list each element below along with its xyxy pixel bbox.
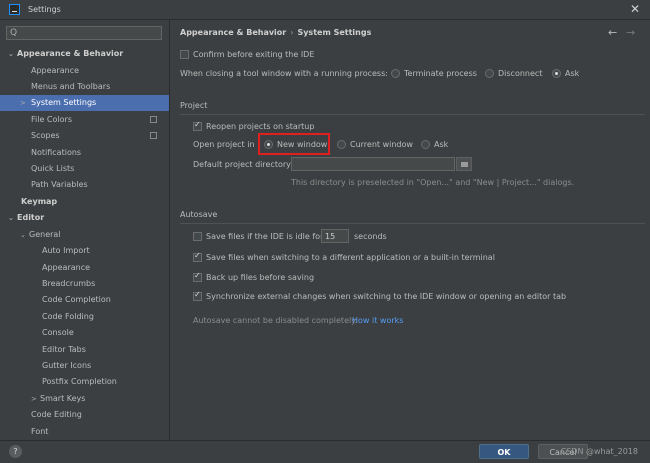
open-project-label: Open project in	[193, 140, 255, 149]
backup-label: Back up files before saving	[206, 273, 315, 282]
tree-item-code-folding[interactable]: Code Folding	[42, 309, 94, 325]
folder-icon[interactable]	[456, 157, 472, 171]
tree-item-console[interactable]: Console	[42, 325, 74, 341]
how-it-works-link[interactable]: How it works	[352, 316, 403, 325]
confirm-exit-label: Confirm before exiting the IDE	[193, 50, 315, 59]
chevron-down-icon: ⌄	[8, 214, 14, 222]
disconnect-label: Disconnect	[498, 69, 543, 78]
tree-item-breadcrumbs[interactable]: Breadcrumbs	[42, 276, 95, 292]
breadcrumb-current: System Settings	[297, 28, 372, 37]
help-icon[interactable]: ?	[9, 445, 22, 458]
autosave-section-title: Autosave	[180, 210, 218, 219]
new-window-radio[interactable]	[264, 140, 273, 149]
settings-sidebar: Q ⌄ Appearance & Behavior Appearance Menu…	[0, 20, 170, 440]
close-icon[interactable]: ✕	[630, 2, 640, 16]
tree-item-menus-toolbars[interactable]: Menus and Toolbars	[31, 79, 110, 95]
current-window-label: Current window	[350, 140, 413, 149]
search-input[interactable]: Q	[6, 26, 162, 40]
tree-item-postfix-completion[interactable]: Postfix Completion	[42, 374, 117, 390]
tree-item-keymap[interactable]: Keymap	[21, 194, 57, 210]
section-divider	[180, 223, 645, 224]
search-icon: Q	[10, 28, 18, 38]
idle-save-checkbox[interactable]	[193, 232, 202, 241]
tree-item-editor-appearance[interactable]: Appearance	[42, 260, 90, 276]
reopen-projects-checkbox[interactable]	[193, 120, 202, 131]
settings-content: Appearance & Behavior › System Settings ← …	[171, 20, 650, 440]
ask-project-label: Ask	[434, 140, 449, 149]
tree-item-notifications[interactable]: Notifications	[31, 145, 81, 161]
project-scope-icon	[150, 132, 157, 139]
watermark-text: CSDN @what_2018	[560, 447, 638, 456]
tree-item-gutter-icons[interactable]: Gutter Icons	[42, 358, 91, 374]
sync-checkbox[interactable]	[193, 290, 202, 301]
tree-item-quick-lists[interactable]: Quick Lists	[31, 161, 74, 177]
tree-item-code-editing[interactable]: Code Editing	[31, 407, 82, 423]
tree-item-path-variables[interactable]: Path Variables	[31, 177, 88, 193]
switch-app-label: Save files when switching to a different…	[206, 253, 495, 262]
tree-item-appearance[interactable]: Appearance	[31, 63, 79, 79]
tool-window-label: When closing a tool window with a runnin…	[180, 69, 388, 78]
ask-radio[interactable]	[552, 69, 561, 78]
disconnect-radio[interactable]	[485, 69, 494, 78]
tree-item-appearance-behavior[interactable]: ⌄ Appearance & Behavior	[8, 46, 123, 62]
autosave-note: Autosave cannot be disabled completely.	[193, 316, 358, 325]
ok-button[interactable]: OK	[479, 444, 529, 459]
chevron-down-icon: ⌄	[8, 50, 14, 58]
switch-app-checkbox[interactable]	[193, 251, 202, 262]
tree-item-general[interactable]: ⌄ General	[20, 227, 61, 243]
project-scope-icon	[150, 116, 157, 123]
idle-save-prefix: Save files if the IDE is idle for	[206, 232, 324, 241]
tree-item-auto-import[interactable]: Auto Import	[42, 243, 90, 259]
idle-save-suffix: seconds	[354, 232, 387, 241]
forward-arrow-icon[interactable]: →	[626, 26, 635, 39]
tree-item-smart-keys[interactable]: > Smart Keys	[31, 391, 85, 407]
terminate-radio[interactable]	[391, 69, 400, 78]
breadcrumb: Appearance & Behavior › System Settings	[180, 28, 371, 37]
tree-item-font[interactable]: Font	[31, 424, 48, 440]
app-icon	[9, 4, 20, 15]
new-window-label: New window	[277, 140, 328, 149]
ask-project-radio[interactable]	[421, 140, 430, 149]
tree-item-code-completion[interactable]: Code Completion	[42, 292, 111, 308]
reopen-projects-label: Reopen projects on startup	[206, 122, 315, 131]
tree-item-system-settings[interactable]: > System Settings	[0, 95, 169, 111]
default-dir-label: Default project directory:	[193, 160, 293, 169]
window-title: Settings	[28, 5, 61, 14]
backup-checkbox[interactable]	[193, 271, 202, 282]
back-arrow-icon[interactable]: ←	[608, 26, 617, 39]
confirm-exit-checkbox[interactable]	[180, 50, 189, 59]
dialog-footer: ? OK Cancel CSDN @what_2018	[0, 440, 650, 463]
chevron-right-icon: >	[20, 99, 26, 107]
tree-item-scopes[interactable]: Scopes	[31, 128, 169, 144]
breadcrumb-separator: ›	[290, 28, 294, 37]
default-dir-field[interactable]	[291, 157, 455, 171]
chevron-right-icon: >	[31, 395, 37, 403]
project-section-title: Project	[180, 101, 208, 110]
title-bar: Settings ✕	[0, 0, 650, 20]
chevron-down-icon: ⌄	[20, 231, 26, 239]
tree-item-editor[interactable]: ⌄ Editor	[8, 210, 44, 226]
tree-item-editor-tabs[interactable]: Editor Tabs	[42, 342, 86, 358]
sync-label: Synchronize external changes when switch…	[206, 292, 567, 301]
tree-item-file-colors[interactable]: File Colors	[31, 112, 169, 128]
ask-label: Ask	[565, 69, 580, 78]
breadcrumb-parent[interactable]: Appearance & Behavior	[180, 28, 286, 37]
current-window-radio[interactable]	[337, 140, 346, 149]
default-dir-hint: This directory is preselected in "Open..…	[291, 178, 575, 187]
terminate-label: Terminate process	[404, 69, 477, 78]
section-divider	[180, 114, 645, 115]
idle-seconds-input[interactable]: 15	[321, 229, 349, 243]
